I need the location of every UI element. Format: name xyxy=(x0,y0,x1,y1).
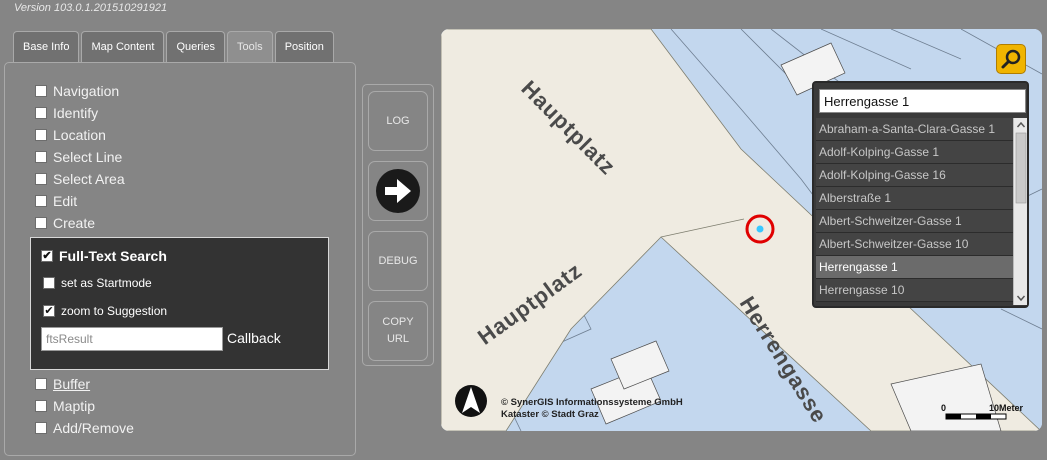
search-suggestion-box: Abraham-a-Santa-Clara-Gasse 1 Adolf-Kolp… xyxy=(812,81,1029,308)
buffer-label: Buffer xyxy=(53,376,91,392)
tool-add-remove[interactable]: Add/Remove xyxy=(35,418,134,438)
tab-position[interactable]: Position xyxy=(274,31,334,62)
edit-label: Edit xyxy=(53,193,78,209)
location-checkbox[interactable] xyxy=(35,129,47,141)
maptip-checkbox[interactable] xyxy=(35,400,47,412)
tab-queries[interactable]: Queries xyxy=(166,31,225,62)
zoom-label: zoom to Suggestion xyxy=(61,304,168,318)
log-button[interactable]: LOG xyxy=(368,91,428,151)
tool-edit[interactable]: Edit xyxy=(35,191,77,211)
copyright-text: © SynerGIS Informationssysteme GmbH Kata… xyxy=(501,397,683,421)
edit-checkbox[interactable] xyxy=(35,195,47,207)
copyright-line-2: Kataster © Stadt Graz xyxy=(501,409,599,420)
side-button-column: LOG DEBUG COPY URL xyxy=(362,84,434,366)
startmode-checkbox[interactable] xyxy=(43,277,55,289)
scale-start-label: 0 xyxy=(941,403,947,413)
version-label: Version 103.0.1.201510291921 xyxy=(14,2,168,14)
create-label: Create xyxy=(53,215,96,231)
add-remove-label: Add/Remove xyxy=(53,420,134,436)
tool-identify[interactable]: Identify xyxy=(35,103,98,123)
fts-title: Full-Text Search xyxy=(59,248,167,264)
full-text-search-panel: ✔ Full-Text Search set as Startmode ✔ zo… xyxy=(30,237,329,370)
suggestion-item[interactable]: Adolf-Kolping-Gasse 16 xyxy=(816,164,1013,187)
north-arrow-icon xyxy=(455,385,487,417)
tool-create[interactable]: Create xyxy=(35,213,95,233)
buffer-checkbox[interactable] xyxy=(35,378,47,390)
magnifier-icon xyxy=(1001,49,1021,69)
identify-label: Identify xyxy=(53,105,99,121)
tool-buffer[interactable]: Buffer xyxy=(35,374,90,394)
navigation-checkbox[interactable] xyxy=(35,85,47,97)
tool-location[interactable]: Location xyxy=(35,125,106,145)
suggestion-item[interactable]: Alberstraße 1 xyxy=(816,187,1013,210)
select-area-label: Select Area xyxy=(53,171,125,187)
navigation-label: Navigation xyxy=(53,83,120,99)
forward-button[interactable] xyxy=(368,161,428,221)
scrollbar-arrows xyxy=(1015,121,1027,302)
debug-button[interactable]: DEBUG xyxy=(368,231,428,291)
tool-select-line[interactable]: Select Line xyxy=(35,147,122,167)
suggestion-item[interactable]: Herrengasse 10 xyxy=(816,279,1013,302)
copyright-line-1: © SynerGIS Informationssysteme GmbH xyxy=(501,397,683,408)
suggestion-item-selected[interactable]: Herrengasse 1 xyxy=(816,256,1013,279)
search-input[interactable] xyxy=(819,89,1026,113)
tab-base-info[interactable]: Base Info xyxy=(13,31,80,62)
tab-bar: Base Info Map Content Queries Tools Posi… xyxy=(13,31,336,62)
fts-startmode-row[interactable]: set as Startmode xyxy=(43,276,152,290)
map-view[interactable]: Hauptplatz Hauptplatz Herrengasse © Syne… xyxy=(441,29,1042,431)
fts-title-row[interactable]: ✔ Full-Text Search xyxy=(41,248,167,264)
tab-tools[interactable]: Tools xyxy=(227,31,273,62)
maptip-label: Maptip xyxy=(53,398,96,414)
fts-zoom-row[interactable]: ✔ zoom to Suggestion xyxy=(43,304,167,318)
suggestion-scrollbar[interactable] xyxy=(1013,118,1027,305)
suggestion-item[interactable]: Albert-Schweitzer-Gasse 10 xyxy=(816,233,1013,256)
scale-bar xyxy=(945,413,1007,420)
fts-enable-checkbox[interactable]: ✔ xyxy=(41,250,53,262)
tool-navigation[interactable]: Navigation xyxy=(35,81,119,101)
tab-map-content[interactable]: Map Content xyxy=(81,31,165,62)
tool-select-area[interactable]: Select Area xyxy=(35,169,125,189)
select-area-checkbox[interactable] xyxy=(35,173,47,185)
suggestion-item[interactable]: Albert-Schweitzer-Gasse 1 xyxy=(816,210,1013,233)
copy-url-button[interactable]: COPY URL xyxy=(368,301,428,361)
add-remove-checkbox[interactable] xyxy=(35,422,47,434)
create-checkbox[interactable] xyxy=(35,217,47,229)
suggestion-item[interactable]: Adolf-Kolping-Gasse 1 xyxy=(816,141,1013,164)
callback-input[interactable] xyxy=(41,327,223,351)
select-line-label: Select Line xyxy=(53,149,123,165)
suggestion-item[interactable]: Abraham-a-Santa-Clara-Gasse 1 xyxy=(816,118,1013,141)
arrow-right-icon xyxy=(376,169,420,213)
scale-end-label: 10Meter xyxy=(989,403,1024,413)
location-label: Location xyxy=(53,127,106,143)
select-line-checkbox[interactable] xyxy=(35,151,47,163)
zoom-checkbox[interactable]: ✔ xyxy=(43,305,55,317)
startmode-label: set as Startmode xyxy=(61,276,152,290)
callback-label: Callback xyxy=(227,330,281,346)
suggestion-list: Abraham-a-Santa-Clara-Gasse 1 Adolf-Kolp… xyxy=(816,118,1013,302)
tools-panel: Navigation Identify Location Select Line… xyxy=(4,62,356,456)
identify-checkbox[interactable] xyxy=(35,107,47,119)
tool-maptip[interactable]: Maptip xyxy=(35,396,95,416)
map-search-button[interactable] xyxy=(996,44,1026,74)
